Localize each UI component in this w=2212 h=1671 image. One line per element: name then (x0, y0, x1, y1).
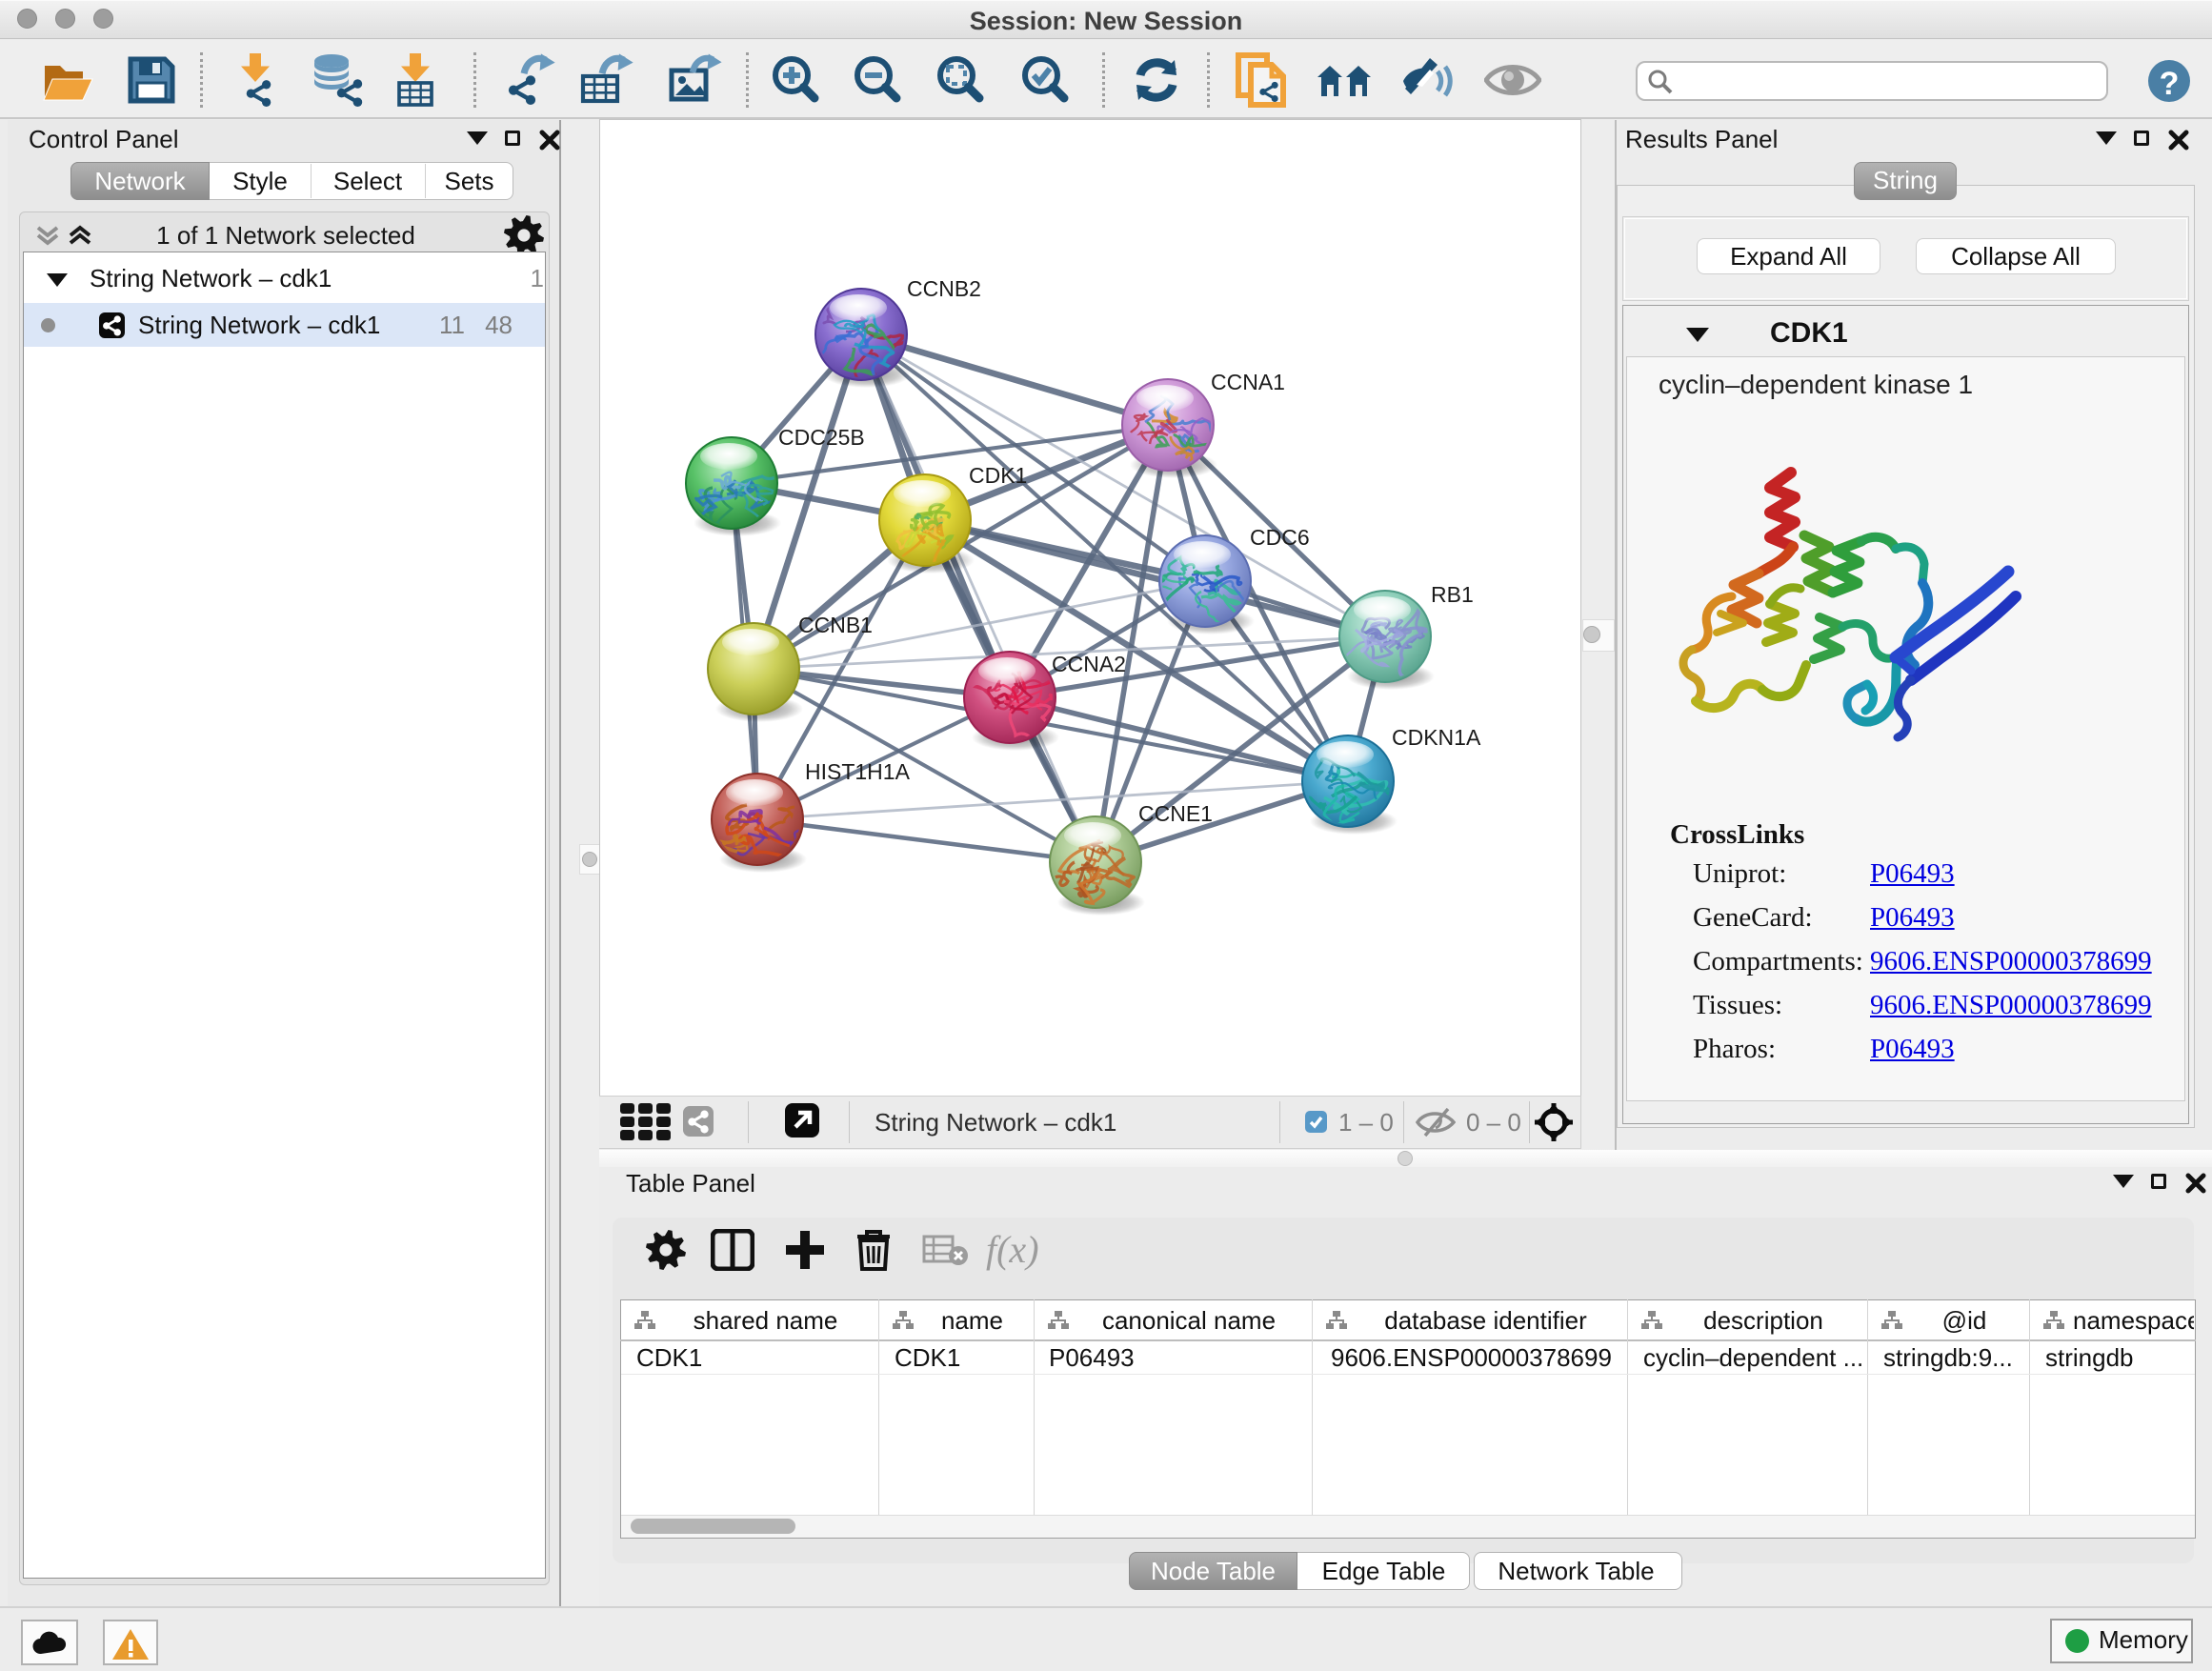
svg-text:CDK1: CDK1 (969, 463, 1027, 488)
svg-text:CDKN1A: CDKN1A (1392, 725, 1481, 750)
svg-text:CDC6: CDC6 (1250, 525, 1310, 550)
svg-text:CCNA2: CCNA2 (1052, 652, 1126, 676)
svg-text:CCNB2: CCNB2 (907, 276, 981, 301)
svg-text:RB1: RB1 (1431, 582, 1474, 607)
svg-text:CDC25B: CDC25B (778, 425, 865, 450)
svg-text:CCNA1: CCNA1 (1211, 370, 1285, 394)
svg-text:HIST1H1A: HIST1H1A (805, 759, 911, 784)
svg-text:CCNB1: CCNB1 (798, 613, 873, 637)
svg-text:CCNE1: CCNE1 (1138, 801, 1213, 826)
